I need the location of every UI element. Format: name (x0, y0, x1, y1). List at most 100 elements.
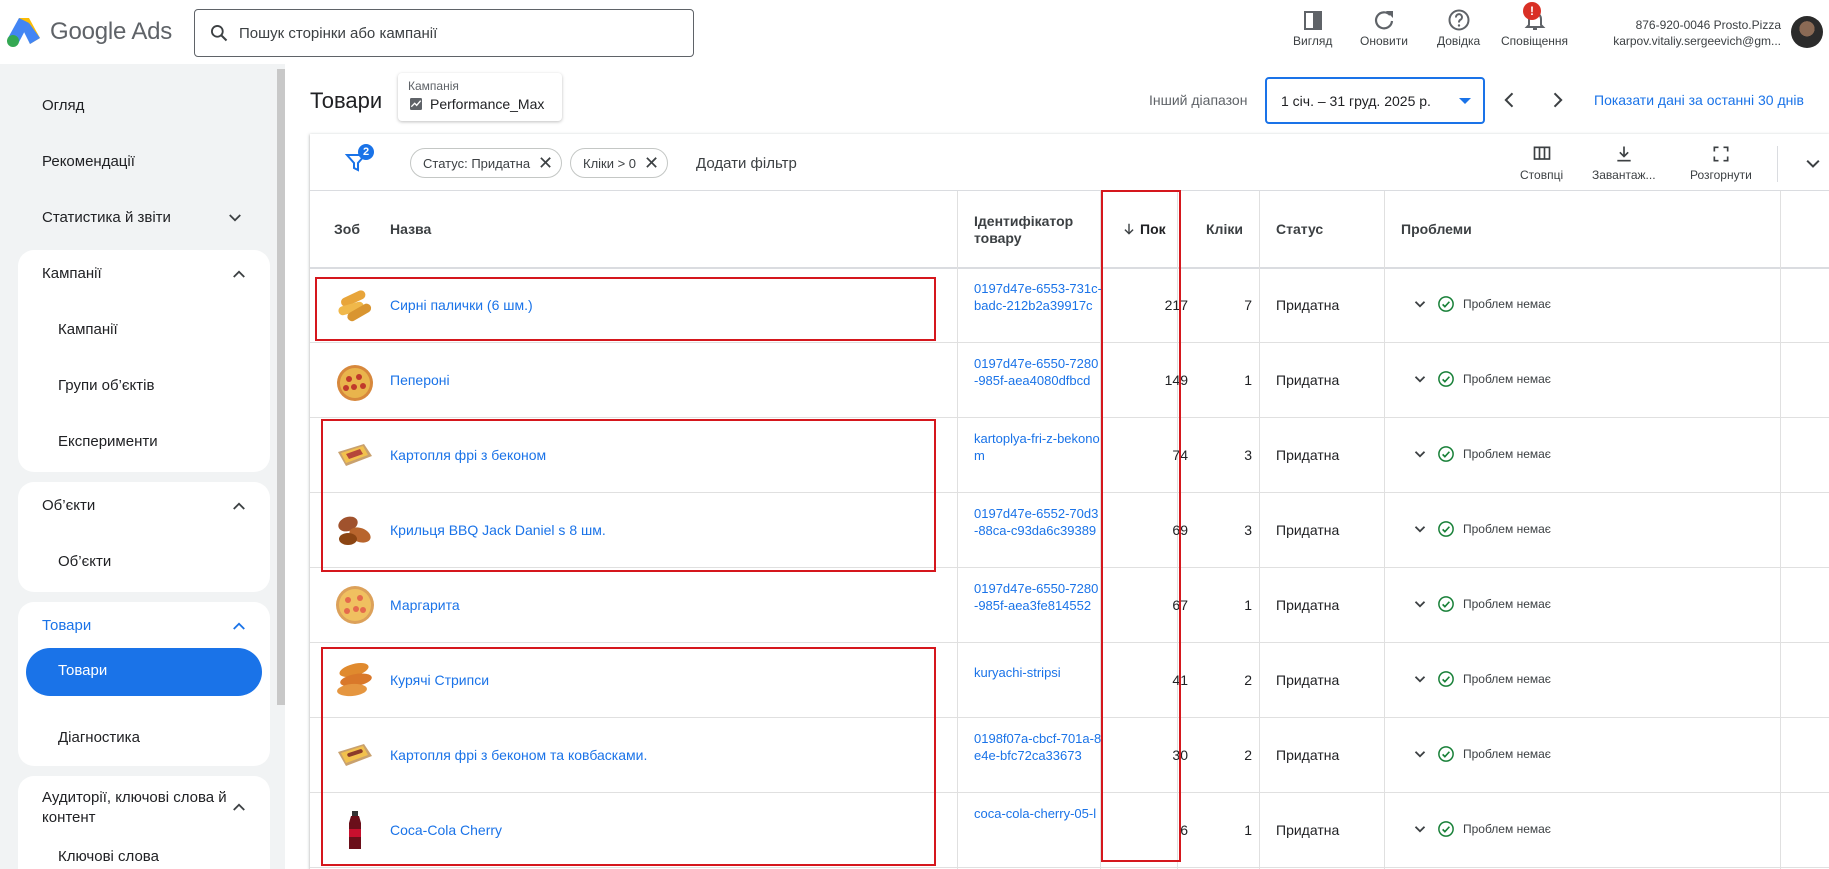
chevron-up-icon[interactable] (230, 798, 248, 816)
avatar[interactable] (1791, 16, 1823, 48)
sidebar-item-campaigns[interactable]: Кампанії (58, 321, 118, 338)
chevron-down-icon[interactable] (1411, 595, 1429, 613)
issues-cell[interactable]: Проблем немає (1411, 295, 1551, 313)
issues-cell[interactable]: Проблем немає (1411, 445, 1551, 463)
search-box[interactable] (194, 9, 694, 57)
product-image[interactable] (334, 434, 376, 476)
product-image[interactable] (334, 659, 376, 701)
table-row[interactable]: Coca-Cola Cherry coca-cola-cherry-05-l 6 1 П… (310, 793, 1829, 868)
product-name-link[interactable]: Курячі Стрипси (390, 672, 489, 688)
sidebar-item-diagnostics[interactable]: Діагностика (58, 729, 140, 746)
chevron-down-icon[interactable] (226, 209, 244, 227)
product-name-link[interactable]: Картопля фрі з беконом та ковбасками. (390, 747, 647, 763)
sidebar-item-recommendations[interactable]: Рекомендації (42, 153, 135, 170)
issues-cell[interactable]: Проблем немає (1411, 670, 1551, 688)
download-button[interactable]: Завантаж... (1592, 144, 1656, 182)
product-id-link[interactable]: kuryachi-stripsi (974, 664, 1102, 681)
notifications-button[interactable]: ! Сповіщення (1501, 2, 1568, 48)
chevron-down-icon[interactable] (1411, 445, 1429, 463)
show-last-30-days-link[interactable]: Показати дані за останні 30 днів (1594, 92, 1804, 108)
header-name[interactable]: Назва (390, 221, 431, 237)
table-row[interactable]: Пепероні 0197d47e-6550-7280-985f-aea4080d… (310, 343, 1829, 418)
sidebar-item-asset-groups[interactable]: Групи об’єктів (58, 377, 154, 394)
close-icon[interactable]: ✕ (644, 154, 659, 172)
chevron-down-icon[interactable] (1411, 745, 1429, 763)
product-image[interactable] (334, 809, 376, 851)
sidebar-item-keywords[interactable]: Ключові слова (58, 848, 159, 865)
issues-cell[interactable]: Проблем немає (1411, 820, 1551, 838)
chevron-up-icon[interactable] (230, 497, 248, 515)
issues-cell[interactable]: Проблем немає (1411, 595, 1551, 613)
issues-cell[interactable]: Проблем немає (1411, 745, 1551, 763)
sidebar-item-statistics[interactable]: Статистика й звіти (42, 209, 171, 226)
product-id-link[interactable]: 0197d47e-6553-731c-badc-212b2a39917c (974, 280, 1102, 314)
campaign-value: Performance_Max (430, 96, 545, 112)
chevron-down-icon[interactable] (1411, 520, 1429, 538)
date-range-dropdown[interactable]: 1 січ. – 31 груд. 2025 р. (1265, 77, 1485, 124)
sidebar-item-assets[interactable]: Об’єкти (58, 553, 111, 570)
sidebar-item-products[interactable]: Товари (26, 648, 262, 696)
table-row[interactable]: Маргарита 0197d47e-6550-7280-985f-aea3fe8… (310, 568, 1829, 643)
chevron-down-icon[interactable] (1803, 154, 1823, 174)
product-image[interactable] (334, 284, 376, 326)
product-id-link[interactable]: 0197d47e-6550-7280-985f-aea3fe814552 (974, 580, 1102, 614)
header-image[interactable]: Зоб (334, 221, 360, 237)
appearance-button[interactable]: Вигляд (1293, 8, 1332, 48)
expand-button[interactable]: Розгорнути (1690, 144, 1752, 182)
sidebar-item-experiments[interactable]: Експерименти (58, 433, 158, 450)
refresh-button[interactable]: Оновити (1360, 8, 1408, 48)
chevron-up-icon[interactable] (230, 265, 248, 283)
sidebar-group-title[interactable]: Об’єкти (42, 497, 95, 514)
account-info[interactable]: 876-920-0046 Prosto.Pizza karpov.vitaliy… (1613, 17, 1781, 49)
product-image[interactable] (334, 734, 376, 776)
columns-button[interactable]: Стовпці (1520, 144, 1563, 182)
issues-cell[interactable]: Проблем немає (1411, 520, 1551, 538)
product-id-link[interactable]: 0197d47e-6552-70d3-88ca-c93da6c39389 (974, 505, 1102, 539)
help-button[interactable]: Довідка (1437, 8, 1480, 48)
sidebar-group-title[interactable]: Товари (42, 617, 91, 634)
product-image[interactable] (334, 584, 376, 626)
sidebar-group-title[interactable]: Кампанії (42, 265, 102, 282)
product-name-link[interactable]: Coca-Cola Cherry (390, 822, 502, 838)
chevron-right-icon[interactable] (1547, 90, 1567, 110)
product-image[interactable] (334, 359, 376, 401)
header-status[interactable]: Статус (1276, 221, 1323, 237)
product-name-link[interactable]: Картопля фрі з беконом (390, 447, 546, 463)
product-name-link[interactable]: Крильця BBQ Jack Daniel s 8 шм. (390, 522, 606, 538)
product-name-link[interactable]: Маргарита (390, 597, 460, 613)
product-id-link[interactable]: coca-cola-cherry-05-l (974, 805, 1102, 822)
table-row[interactable]: Картопля фрі з беконом та ковбасками. 019… (310, 718, 1829, 793)
chevron-down-icon[interactable] (1411, 820, 1429, 838)
chevron-up-icon[interactable] (230, 617, 248, 635)
sidebar-scrollbar[interactable] (277, 69, 285, 705)
chevron-left-icon[interactable] (1500, 90, 1520, 110)
product-id-link[interactable]: kartoplya-fri-z-bekonom (974, 430, 1102, 464)
close-icon[interactable]: ✕ (538, 154, 553, 172)
sidebar-item-overview[interactable]: Огляд (42, 97, 84, 114)
chevron-down-icon[interactable] (1411, 670, 1429, 688)
header-impressions[interactable]: Пок (1122, 221, 1166, 237)
chevron-down-icon[interactable] (1411, 370, 1429, 388)
product-image[interactable] (334, 509, 376, 551)
chevron-down-icon[interactable] (1411, 295, 1429, 313)
product-name-link[interactable]: Сирні палички (6 шм.) (390, 297, 533, 313)
filter-chip-status[interactable]: Статус: Придатна ✕ (410, 148, 563, 178)
search-input[interactable] (239, 24, 679, 42)
table-row[interactable]: Крильця BBQ Jack Daniel s 8 шм. 0197d47e-… (310, 493, 1829, 568)
filter-chip-clicks[interactable]: Кліки > 0 ✕ (570, 148, 669, 178)
header-issues[interactable]: Проблеми (1401, 221, 1472, 237)
table-row[interactable]: Сирні палички (6 шм.) 0197d47e-6553-731c-… (310, 268, 1829, 343)
header-clicks[interactable]: Кліки (1206, 221, 1243, 237)
product-id-link[interactable]: 0197d47e-6550-7280-985f-aea4080dfbcd (974, 355, 1102, 389)
product-name-link[interactable]: Пепероні (390, 372, 450, 388)
sidebar-group-title[interactable]: Аудиторії, ключові слова й контент (42, 788, 232, 828)
add-filter-button[interactable]: Додати фільтр (696, 155, 797, 172)
issues-cell[interactable]: Проблем немає (1411, 370, 1551, 388)
filter-count-badge: 2 (358, 144, 374, 160)
table-row[interactable]: Картопля фрі з беконом kartoplya-fri-z-be… (310, 418, 1829, 493)
google-ads-logo[interactable]: Google Ads (6, 16, 172, 48)
table-row[interactable]: Курячі Стрипси kuryachi-stripsi 41 2 Придатн… (310, 643, 1829, 718)
header-product-id[interactable]: Ідентифікатор товару (974, 213, 1084, 247)
campaign-selector[interactable]: Кампанія Performance_Max (398, 73, 562, 121)
product-id-link[interactable]: 0198f07a-cbcf-701a-8e4e-bfc72ca33673 (974, 730, 1102, 764)
